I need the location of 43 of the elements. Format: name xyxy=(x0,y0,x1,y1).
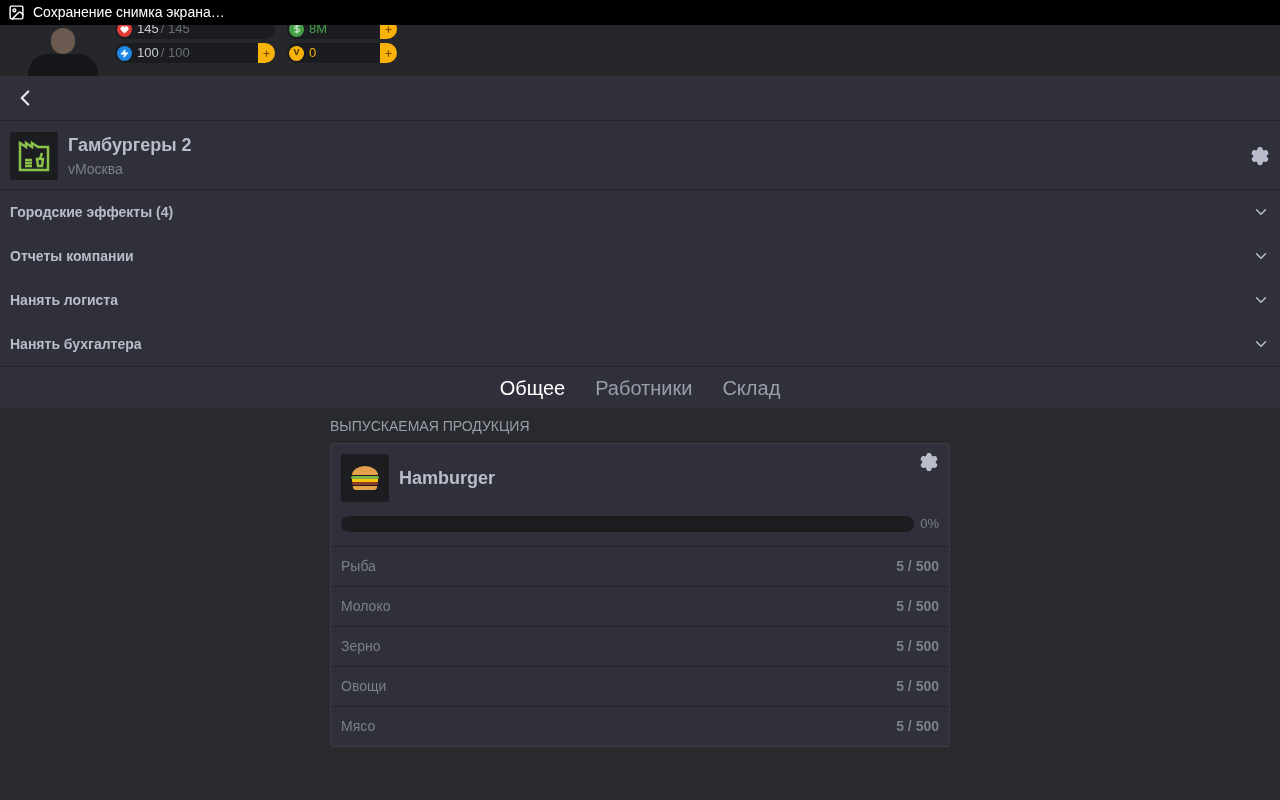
energy-icon xyxy=(117,45,132,61)
stat-value: 145 xyxy=(137,25,159,39)
add-button[interactable] xyxy=(258,43,275,63)
product-name: Hamburger xyxy=(399,466,497,490)
company-title: Гамбургеры 2 xyxy=(68,133,192,157)
resource-amount: 5 / 500 xyxy=(896,716,939,736)
company-city: vМосква xyxy=(68,159,124,179)
resource-name: Овощи xyxy=(341,676,388,696)
stat-value: 8M xyxy=(309,25,328,39)
section-heading: ВЫПУСКАЕМАЯ ПРОДУКЦИЯ xyxy=(330,417,531,436)
progress-percent: 0% xyxy=(920,515,939,533)
resource-amount: 5 / 500 xyxy=(896,556,939,576)
add-button[interactable] xyxy=(380,43,397,63)
hamburger-icon xyxy=(341,454,389,502)
resource-amount: 5 / 500 xyxy=(896,676,939,696)
resource-name: Молоко xyxy=(341,596,392,616)
stat-value: 0 xyxy=(309,44,317,63)
coin-icon: V xyxy=(289,45,304,61)
accordion-header[interactable]: Отчеты компании xyxy=(0,234,1280,278)
accordion-header[interactable]: Нанять логиста xyxy=(0,278,1280,322)
notification-text: Сохранение снимка экрана… xyxy=(33,3,225,22)
health-icon xyxy=(117,25,132,37)
accordion-header[interactable]: Городские эффекты (4) xyxy=(0,190,1280,234)
tab[interactable]: Работники xyxy=(595,372,693,403)
factory-icon xyxy=(10,131,58,180)
accordion-header[interactable]: Нанять бухгалтера xyxy=(0,322,1280,366)
tab[interactable]: Склад xyxy=(722,372,781,403)
resource-amount: 5 / 500 xyxy=(896,596,939,616)
stat-max: / 100 xyxy=(160,44,190,63)
plus-icon xyxy=(384,25,393,34)
plus-icon xyxy=(384,48,393,58)
image-icon xyxy=(8,4,25,21)
add-button[interactable] xyxy=(380,25,397,39)
stat-value: 100 xyxy=(137,44,159,63)
settings-icon[interactable] xyxy=(1250,145,1270,166)
resource-name: Зерно xyxy=(341,636,382,656)
settings-icon[interactable] xyxy=(919,452,939,472)
plus-icon xyxy=(262,48,271,58)
money-icon xyxy=(289,25,304,37)
tab[interactable]: Общее xyxy=(499,372,566,403)
resource-name: Рыба xyxy=(341,556,377,576)
resource-name: Мясо xyxy=(341,716,377,736)
resource-amount: 5 / 500 xyxy=(896,636,939,656)
